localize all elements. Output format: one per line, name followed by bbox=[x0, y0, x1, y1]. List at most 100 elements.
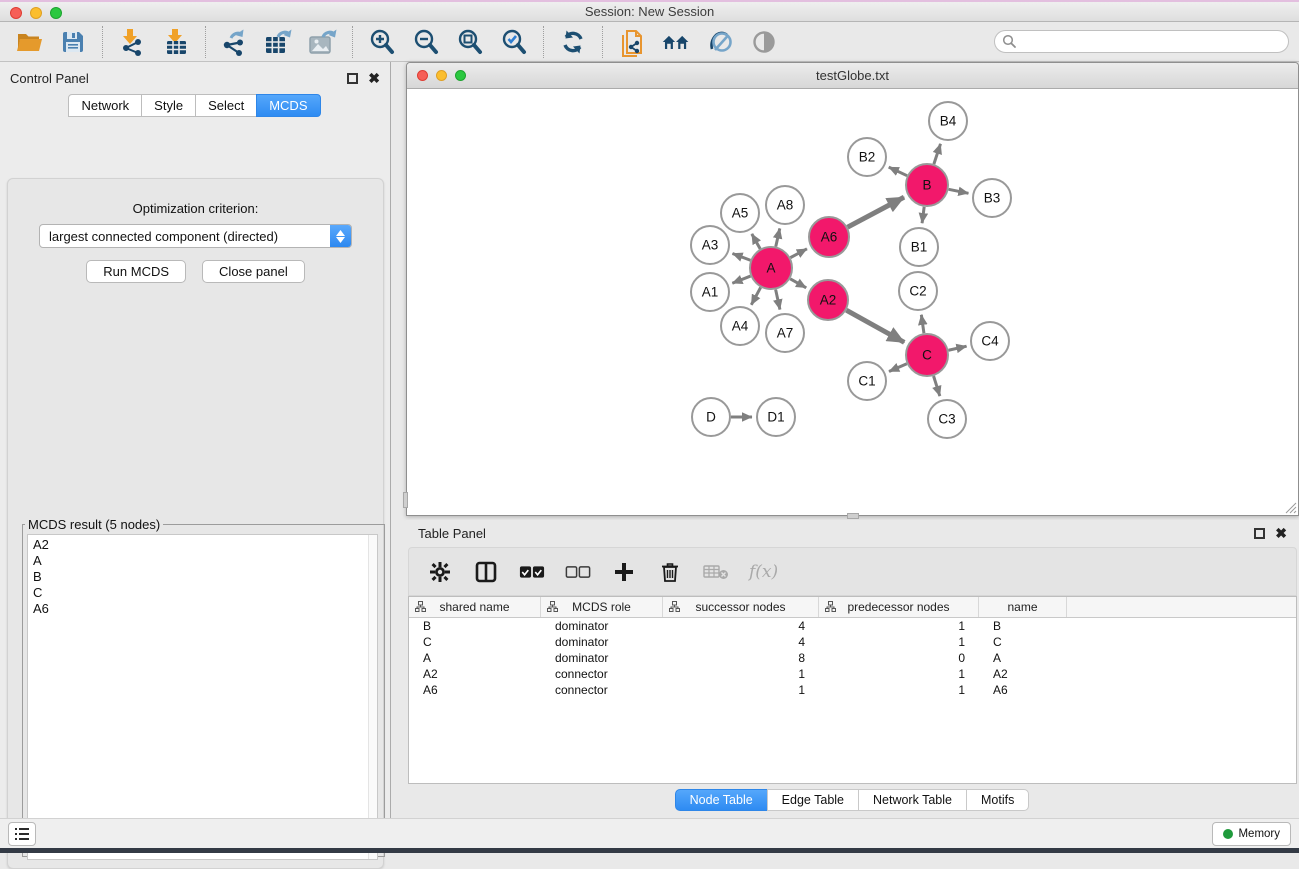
network-graph[interactable]: ABCA2A6A1A3A4A5A7A8B1B2B3B4C1C2C3C4DD1 bbox=[407, 89, 1298, 515]
table-cell[interactable]: 1 bbox=[819, 618, 979, 634]
result-list-scrollbar[interactable] bbox=[368, 535, 377, 859]
table-cell[interactable]: A6 bbox=[979, 682, 1067, 698]
minimize-window-button[interactable] bbox=[30, 7, 42, 19]
tab-network-table[interactable]: Network Table bbox=[858, 789, 967, 811]
table-row[interactable]: Adominator80A bbox=[409, 650, 1296, 666]
graph-node-A[interactable]: A bbox=[750, 247, 792, 289]
graph-node-A4[interactable]: A4 bbox=[721, 307, 759, 345]
table-cell[interactable]: connector bbox=[541, 666, 663, 682]
graph-node-C2[interactable]: C2 bbox=[899, 272, 937, 310]
export-table-icon[interactable] bbox=[264, 27, 294, 57]
graph-node-D[interactable]: D bbox=[692, 398, 730, 436]
graph-node-A6[interactable]: A6 bbox=[809, 217, 849, 257]
close-panel-button[interactable]: Close panel bbox=[202, 260, 305, 283]
graph-edge-C-C3[interactable] bbox=[934, 376, 940, 396]
network-window-titlebar[interactable]: testGlobe.txt bbox=[407, 63, 1298, 89]
tab-edge-table[interactable]: Edge Table bbox=[767, 789, 859, 811]
graph-node-C1[interactable]: C1 bbox=[848, 362, 886, 400]
table-row[interactable]: A6connector11A6 bbox=[409, 682, 1296, 698]
function-builder-icon[interactable]: f(x) bbox=[749, 562, 778, 582]
add-column-icon[interactable] bbox=[611, 559, 637, 585]
zoom-selected-icon[interactable] bbox=[499, 27, 529, 57]
tab-style[interactable]: Style bbox=[141, 94, 196, 117]
graph-node-B3[interactable]: B3 bbox=[973, 179, 1011, 217]
table-cell[interactable]: 4 bbox=[663, 634, 819, 650]
graph-node-A1[interactable]: A1 bbox=[691, 273, 729, 311]
import-table-icon[interactable] bbox=[161, 27, 191, 57]
graph-node-B1[interactable]: B1 bbox=[900, 228, 938, 266]
network-zoom-button[interactable] bbox=[455, 70, 466, 81]
table-cell[interactable]: 1 bbox=[819, 666, 979, 682]
table-cell[interactable]: 0 bbox=[819, 650, 979, 666]
zoom-in-icon[interactable] bbox=[367, 27, 397, 57]
first-neighbors-icon[interactable] bbox=[661, 27, 691, 57]
save-session-icon[interactable] bbox=[58, 27, 88, 57]
result-item[interactable]: A6 bbox=[33, 601, 377, 617]
graph-edge-A-A3[interactable] bbox=[732, 253, 750, 260]
graph-node-A3[interactable]: A3 bbox=[691, 226, 729, 264]
table-row[interactable]: A2connector11A2 bbox=[409, 666, 1296, 682]
show-graphics-details-icon[interactable] bbox=[749, 27, 779, 57]
graph-node-A8[interactable]: A8 bbox=[766, 186, 804, 224]
table-cell[interactable]: connector bbox=[541, 682, 663, 698]
table-cell[interactable]: A6 bbox=[409, 682, 541, 698]
column-header-MCDS-role[interactable]: MCDS role bbox=[541, 597, 663, 617]
graph-edge-A-A2[interactable] bbox=[790, 279, 806, 288]
graph-edge-A-A7[interactable] bbox=[776, 290, 780, 310]
graph-node-C[interactable]: C bbox=[906, 334, 948, 376]
column-header-successor-nodes[interactable]: successor nodes bbox=[663, 597, 819, 617]
table-cell[interactable]: A2 bbox=[979, 666, 1067, 682]
tab-node-table[interactable]: Node Table bbox=[675, 789, 768, 811]
table-cell[interactable]: dominator bbox=[541, 634, 663, 650]
export-network-icon[interactable] bbox=[220, 27, 250, 57]
table-cell[interactable]: 4 bbox=[663, 618, 819, 634]
divider-grip-left[interactable] bbox=[403, 492, 408, 508]
zoom-fit-icon[interactable] bbox=[455, 27, 485, 57]
graph-edge-A-A4[interactable] bbox=[751, 287, 760, 304]
run-mcds-button[interactable]: Run MCDS bbox=[86, 260, 186, 283]
result-item[interactable]: C bbox=[33, 585, 377, 601]
graph-node-A2[interactable]: A2 bbox=[808, 280, 848, 320]
close-table-panel-icon[interactable]: ✖ bbox=[1275, 528, 1287, 539]
graph-node-B2[interactable]: B2 bbox=[848, 138, 886, 176]
zoom-out-icon[interactable] bbox=[411, 27, 441, 57]
result-item[interactable]: B bbox=[33, 569, 377, 585]
unselect-all-columns-icon[interactable] bbox=[565, 559, 591, 585]
graph-edge-C-C4[interactable] bbox=[948, 346, 966, 350]
window-resize-grip[interactable] bbox=[1284, 501, 1297, 514]
graph-node-A7[interactable]: A7 bbox=[766, 314, 804, 352]
graph-node-C4[interactable]: C4 bbox=[971, 322, 1009, 360]
result-item[interactable]: A bbox=[33, 553, 377, 569]
divider-grip-bottom[interactable] bbox=[847, 513, 859, 519]
table-row[interactable]: Bdominator41B bbox=[409, 618, 1296, 634]
table-cell[interactable]: C bbox=[979, 634, 1067, 650]
graph-node-C3[interactable]: C3 bbox=[928, 400, 966, 438]
table-cell[interactable]: dominator bbox=[541, 650, 663, 666]
select-all-columns-icon[interactable] bbox=[519, 559, 545, 585]
column-layout-icon[interactable] bbox=[473, 559, 499, 585]
table-cell[interactable]: 1 bbox=[819, 682, 979, 698]
tab-select[interactable]: Select bbox=[195, 94, 257, 117]
table-cell[interactable]: 1 bbox=[663, 666, 819, 682]
graph-node-B4[interactable]: B4 bbox=[929, 102, 967, 140]
table-cell[interactable]: C bbox=[409, 634, 541, 650]
float-panel-icon[interactable] bbox=[347, 73, 358, 84]
table-cell[interactable]: B bbox=[979, 618, 1067, 634]
import-network-icon[interactable] bbox=[117, 27, 147, 57]
close-window-button[interactable] bbox=[10, 7, 22, 19]
refresh-icon[interactable] bbox=[558, 27, 588, 57]
table-cell[interactable]: A bbox=[979, 650, 1067, 666]
open-session-icon[interactable] bbox=[14, 27, 44, 57]
graph-edge-A-A6[interactable] bbox=[790, 249, 807, 258]
task-history-button[interactable] bbox=[8, 822, 36, 846]
zoom-window-button[interactable] bbox=[50, 7, 62, 19]
delete-column-icon[interactable] bbox=[657, 559, 683, 585]
network-canvas[interactable]: ABCA2A6A1A3A4A5A7A8B1B2B3B4C1C2C3C4DD1 bbox=[407, 89, 1298, 515]
graph-node-A5[interactable]: A5 bbox=[721, 194, 759, 232]
table-cell[interactable]: 1 bbox=[819, 634, 979, 650]
graph-edge-C-C2[interactable] bbox=[921, 315, 924, 333]
column-header-predecessor-nodes[interactable]: predecessor nodes bbox=[819, 597, 979, 617]
tab-mcds[interactable]: MCDS bbox=[256, 94, 320, 117]
graph-edge-B-B4[interactable] bbox=[934, 144, 941, 164]
graph-edge-B-B1[interactable] bbox=[922, 207, 924, 223]
